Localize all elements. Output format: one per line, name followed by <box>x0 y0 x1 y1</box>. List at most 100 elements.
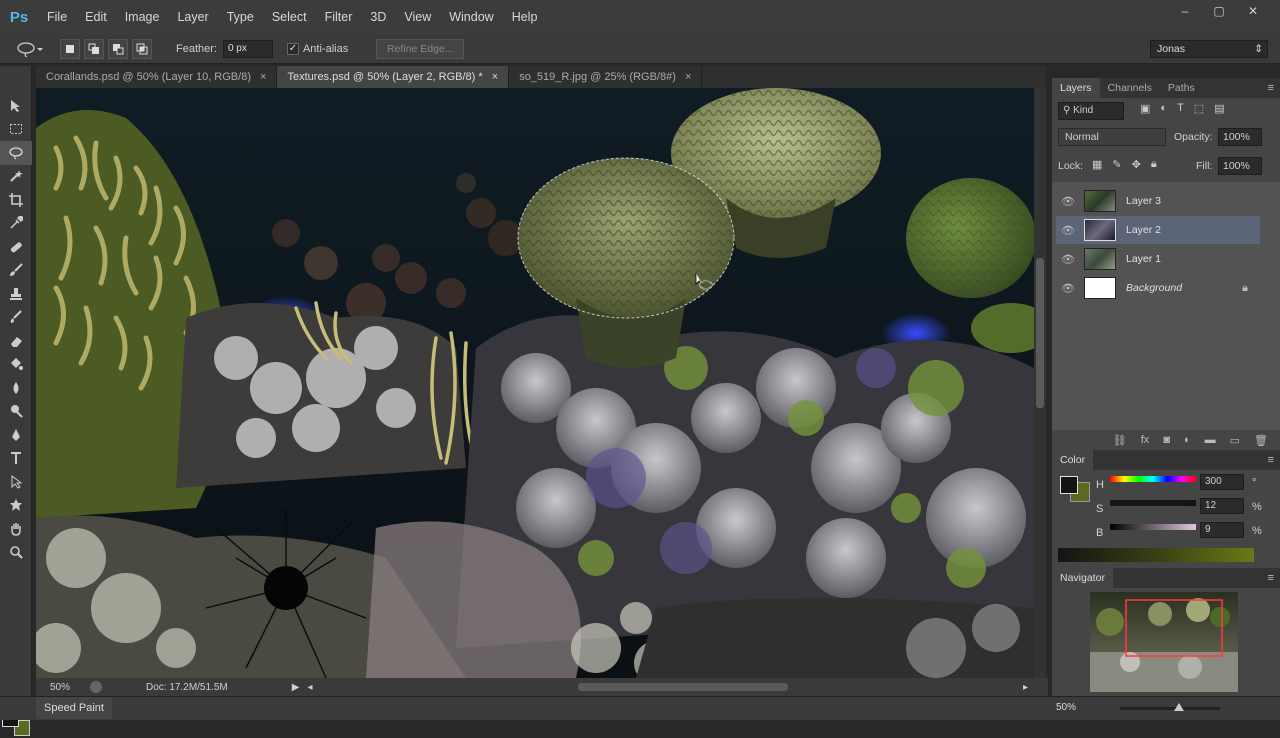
color-fg-swatch[interactable] <box>1060 476 1078 494</box>
layer-row-layer-1[interactable]: 👁︎ Layer 1 <box>1056 245 1260 273</box>
doc-tab-so519[interactable]: so_519_R.jpg @ 25% (RGB/8#) × <box>509 66 703 88</box>
hand-tool-icon[interactable] <box>0 517 32 541</box>
minimize-button[interactable]: – <box>1168 0 1202 22</box>
dodge-tool-icon[interactable] <box>0 400 32 424</box>
menu-select[interactable]: Select <box>263 0 316 34</box>
navigator-thumbnail[interactable] <box>1090 592 1238 692</box>
status-info-icon[interactable] <box>90 681 103 693</box>
antialias-checkbox[interactable]: ✓ <box>286 42 299 55</box>
lock-all-icon[interactable]: 🔒︎ <box>1151 158 1157 171</box>
close-tab-icon[interactable]: × <box>260 71 266 83</box>
fx-icon[interactable]: fx <box>1141 434 1150 446</box>
new-selection-mode-icon[interactable] <box>60 38 80 59</box>
path-selection-tool-icon[interactable] <box>0 470 32 494</box>
saturation-slider[interactable] <box>1110 500 1196 506</box>
crop-tool-icon[interactable] <box>0 188 32 212</box>
visibility-eye-icon[interactable]: 👁︎ <box>1056 253 1080 266</box>
refine-edge-button[interactable]: Refine Edge... <box>376 38 465 59</box>
adjustment-layer-icon[interactable]: ◐ <box>1184 434 1191 446</box>
horizontal-scroll-thumb[interactable] <box>578 683 788 691</box>
visibility-eye-icon[interactable]: 👁︎ <box>1056 224 1080 237</box>
menu-file[interactable]: File <box>38 0 76 34</box>
layer-row-layer-2[interactable]: 👁︎ Layer 2 <box>1056 216 1260 244</box>
brightness-slider[interactable] <box>1110 524 1196 530</box>
delete-layer-icon[interactable]: 🗑︎ <box>1254 434 1268 447</box>
saturation-input[interactable]: 12 <box>1200 498 1244 514</box>
hue-input[interactable]: 300 <box>1200 474 1244 490</box>
tab-layers[interactable]: Layers <box>1052 78 1100 98</box>
navigator-zoom-slider[interactable] <box>1120 703 1220 711</box>
color-ramp[interactable] <box>1058 548 1254 562</box>
menu-edit[interactable]: Edit <box>76 0 116 34</box>
menu-view[interactable]: View <box>395 0 440 34</box>
close-tab-icon[interactable]: × <box>685 71 691 83</box>
visibility-eye-icon[interactable]: 👁︎ <box>1056 282 1080 295</box>
healing-brush-tool-icon[interactable] <box>0 235 32 259</box>
hue-slider[interactable] <box>1110 476 1196 482</box>
eyedropper-tool-icon[interactable] <box>0 212 32 236</box>
horizontal-scrollbar[interactable] <box>298 682 1018 692</box>
tab-channels[interactable]: Channels <box>1100 78 1160 98</box>
add-mask-icon[interactable]: ◙ <box>1163 434 1170 446</box>
layers-panel-menu-icon[interactable]: ≡ <box>1268 82 1274 94</box>
close-window-button[interactable]: ✕ <box>1236 0 1270 22</box>
layer-row-background[interactable]: 👁︎ Background 🔒︎ <box>1056 274 1260 302</box>
brightness-input[interactable]: 9 <box>1200 522 1244 538</box>
navigator-zoom-handle[interactable] <box>1174 703 1184 711</box>
lock-pixels-icon[interactable]: ✎ <box>1112 158 1121 171</box>
blend-mode-select[interactable]: Normal <box>1058 128 1166 146</box>
lasso-tool-icon[interactable] <box>0 141 32 165</box>
zoom-level[interactable]: 50% <box>50 682 70 693</box>
zoom-tool-icon[interactable] <box>0 541 32 565</box>
filter-pixel-icon[interactable]: ▣ <box>1140 102 1150 115</box>
lasso-tool-preset-icon[interactable] <box>16 39 46 59</box>
vertical-scrollbar[interactable] <box>1034 88 1046 678</box>
menu-window[interactable]: Window <box>440 0 502 34</box>
menu-type[interactable]: Type <box>218 0 263 34</box>
eraser-tool-icon[interactable] <box>0 329 32 353</box>
custom-shape-tool-icon[interactable] <box>0 494 32 518</box>
magic-wand-tool-icon[interactable] <box>0 165 32 189</box>
doc-tab-textures[interactable]: Textures.psd @ 50% (Layer 2, RGB/8) * × <box>277 66 510 88</box>
navigator-zoom[interactable]: 50% <box>1056 702 1076 713</box>
layer-row-layer-3[interactable]: 👁︎ Layer 3 <box>1056 187 1260 215</box>
visibility-eye-icon[interactable]: 👁︎ <box>1056 195 1080 208</box>
marquee-tool-icon[interactable] <box>0 118 32 142</box>
maximize-button[interactable]: ▢ <box>1202 0 1236 22</box>
filter-adjustment-icon[interactable]: ◐ <box>1160 102 1167 115</box>
type-tool-icon[interactable] <box>0 447 32 471</box>
scroll-right-arrow-icon[interactable]: ▸ <box>1023 682 1028 693</box>
lock-transparent-icon[interactable]: ▦ <box>1092 158 1102 171</box>
tab-paths[interactable]: Paths <box>1160 78 1203 98</box>
blur-tool-icon[interactable] <box>0 376 32 400</box>
brush-tool-icon[interactable] <box>0 259 32 283</box>
menu-3d[interactable]: 3D <box>361 0 395 34</box>
tab-navigator[interactable]: Navigator <box>1052 568 1113 588</box>
subtract-selection-mode-icon[interactable] <box>108 38 128 59</box>
close-tab-icon[interactable]: × <box>492 71 498 83</box>
document-canvas[interactable] <box>36 88 1034 678</box>
workspace-select[interactable]: Jonas ⇕ <box>1150 40 1268 58</box>
filter-type-icon[interactable]: T <box>1177 102 1184 115</box>
color-panel-menu-icon[interactable]: ≡ <box>1268 454 1274 466</box>
pen-tool-icon[interactable] <box>0 423 32 447</box>
filter-smart-object-icon[interactable]: ▤ <box>1214 102 1224 115</box>
doc-tab-corallands[interactable]: Corallands.psd @ 50% (Layer 10, RGB/8) × <box>36 66 278 88</box>
menu-image[interactable]: Image <box>116 0 169 34</box>
intersect-selection-mode-icon[interactable] <box>132 38 152 59</box>
tab-color[interactable]: Color <box>1052 450 1094 470</box>
new-group-icon[interactable]: ▬ <box>1205 434 1216 446</box>
feather-input[interactable]: 0 px <box>222 39 273 58</box>
history-brush-tool-icon[interactable] <box>0 306 32 330</box>
move-tool-icon[interactable] <box>0 94 32 118</box>
paint-bucket-tool-icon[interactable] <box>0 353 32 377</box>
speed-paint-tab[interactable]: Speed Paint <box>36 697 112 719</box>
add-selection-mode-icon[interactable] <box>84 38 104 59</box>
link-layers-icon[interactable]: ⛓︎ <box>1113 434 1127 447</box>
menu-layer[interactable]: Layer <box>168 0 217 34</box>
lock-position-icon[interactable]: ✥ <box>1132 158 1141 171</box>
navigator-menu-icon[interactable]: ≡ <box>1268 572 1274 584</box>
opacity-input[interactable]: 100% <box>1218 128 1262 146</box>
clone-stamp-tool-icon[interactable] <box>0 282 32 306</box>
new-layer-icon[interactable]: ▭ <box>1230 434 1240 447</box>
